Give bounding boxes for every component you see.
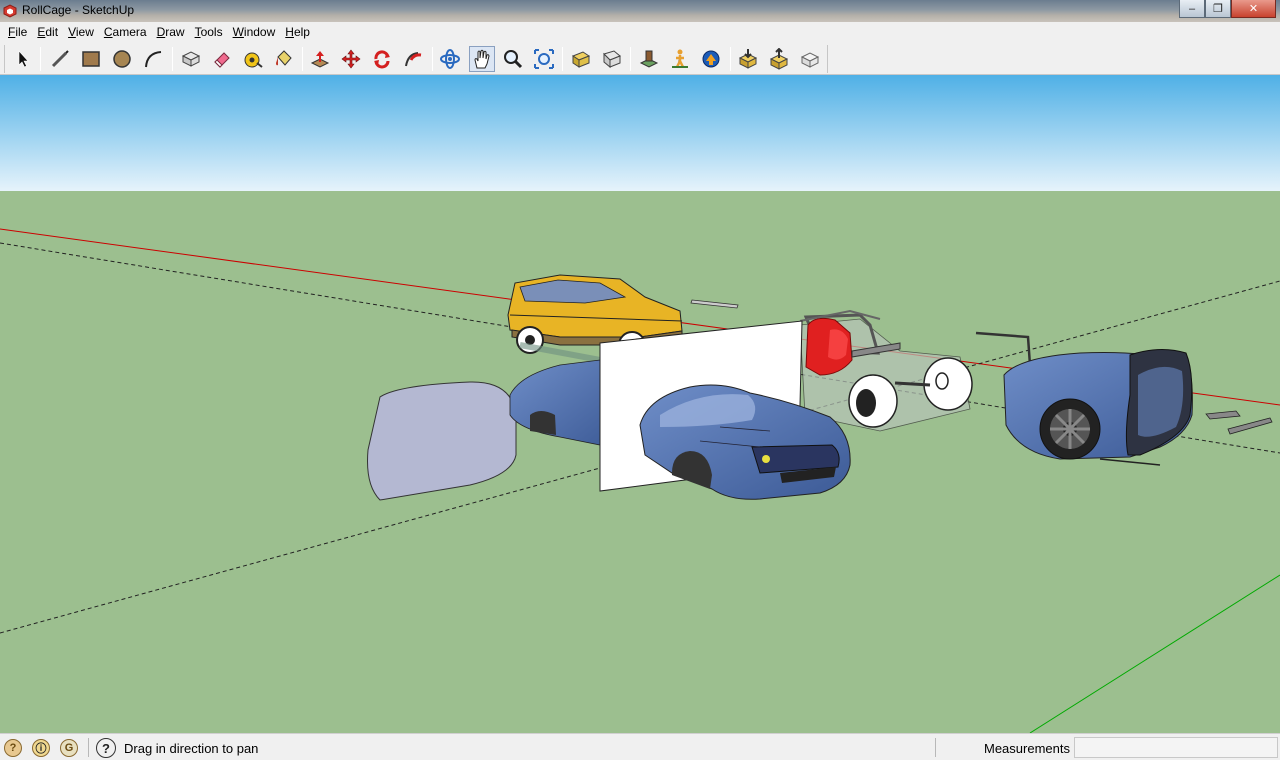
share-component-icon[interactable] (797, 46, 823, 72)
maximize-button[interactable]: ❐ (1205, 0, 1231, 18)
walk-tool-icon[interactable] (667, 46, 693, 72)
measurements-label: Measurements (984, 741, 1070, 756)
menu-file[interactable]: File (3, 22, 32, 42)
next-view-icon[interactable] (599, 46, 625, 72)
help-icon[interactable]: ? (96, 738, 116, 758)
paint-bucket-icon[interactable] (271, 46, 297, 72)
zoom-tool-icon[interactable] (500, 46, 526, 72)
rotate-tool-icon[interactable] (369, 46, 395, 72)
close-button[interactable]: ✕ (1231, 0, 1276, 18)
menu-tools[interactable]: Tools (190, 22, 228, 42)
arc-tool-icon[interactable] (140, 46, 166, 72)
pan-tool-icon[interactable] (469, 46, 495, 72)
menu-edit[interactable]: Edit (32, 22, 63, 42)
minimize-button[interactable]: – (1179, 0, 1205, 18)
orbit-tool-icon[interactable] (437, 46, 463, 72)
title-bar: RollCage - SketchUp – ❐ ✕ (0, 0, 1280, 22)
zoom-extents-icon[interactable] (531, 46, 557, 72)
select-tool-icon[interactable] (10, 46, 36, 72)
main-toolbar (0, 42, 1280, 75)
circle-tool-icon[interactable] (109, 46, 135, 72)
make-component-icon[interactable] (178, 46, 204, 72)
menu-bar: File Edit View Camera Draw Tools Window … (0, 22, 1280, 42)
position-camera-icon[interactable] (636, 46, 662, 72)
rectangle-tool-icon[interactable] (78, 46, 104, 72)
follow-me-icon[interactable] (400, 46, 426, 72)
tape-measure-icon[interactable] (240, 46, 266, 72)
move-tool-icon[interactable] (338, 46, 364, 72)
model-viewport[interactable] (0, 75, 1280, 733)
menu-help[interactable]: Help (280, 22, 315, 42)
sign-in-icon[interactable]: G (60, 739, 78, 757)
status-bar: ? ⓘ G ? Drag in direction to pan Measure… (0, 733, 1280, 760)
sky (0, 75, 1280, 191)
line-tool-icon[interactable] (47, 46, 73, 72)
eraser-tool-icon[interactable] (209, 46, 235, 72)
menu-camera[interactable]: Camera (99, 22, 152, 42)
credits-icon[interactable]: ⓘ (32, 739, 50, 757)
sketchup-logo-icon (3, 4, 17, 18)
previous-view-icon[interactable] (568, 46, 594, 72)
sketchup-window: RollCage - SketchUp – ❐ ✕ File Edit View… (0, 0, 1280, 760)
get-models-icon[interactable] (735, 46, 761, 72)
share-model-icon[interactable] (766, 46, 792, 72)
status-hint: Drag in direction to pan (124, 741, 259, 756)
push-pull-icon[interactable] (307, 46, 333, 72)
measurements-input[interactable] (1074, 737, 1278, 758)
menu-view[interactable]: View (63, 22, 99, 42)
look-around-icon[interactable] (698, 46, 724, 72)
geo-location-icon[interactable]: ? (4, 739, 22, 757)
window-title: RollCage - SketchUp (22, 3, 135, 17)
menu-draw[interactable]: Draw (152, 22, 190, 42)
scene-canvas (0, 75, 1280, 733)
menu-window[interactable]: Window (228, 22, 281, 42)
